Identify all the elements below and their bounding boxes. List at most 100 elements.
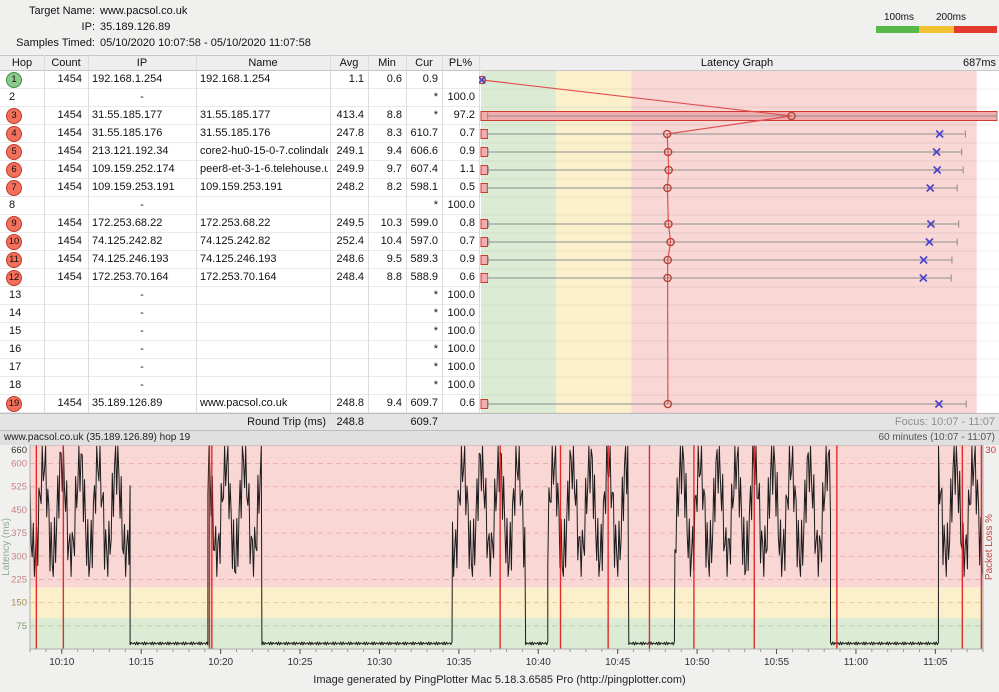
cell-hop: 4 <box>0 125 44 142</box>
cell-min: 8.8 <box>368 107 402 124</box>
x-tick-label: 10:15 <box>129 657 154 666</box>
cell-hop: 5 <box>0 143 44 160</box>
column-header-hop[interactable]: Hop <box>0 56 44 70</box>
table-row-hop-7[interactable]: 71454109.159.253.191109.159.253.191248.2… <box>0 179 479 197</box>
cell-min <box>368 377 402 394</box>
cell-cur: 598.1 <box>406 179 438 196</box>
cell-count: 1454 <box>44 125 82 142</box>
cell-avg <box>330 287 364 304</box>
cell-hop: 19 <box>0 395 44 412</box>
cell-ip: 109.159.253.191 <box>92 179 194 196</box>
column-header-avg[interactable]: Avg <box>330 56 368 70</box>
cell-cur: 599.0 <box>406 215 438 232</box>
table-row-hop-8[interactable]: 8-*100.0 <box>0 197 479 215</box>
y-tick-label: 75 <box>16 621 27 632</box>
table-header: Hop Count IP Name Avg Min Cur PL% Latenc… <box>0 55 999 71</box>
cell-ip: - <box>88 197 196 214</box>
hop-badge: 1 <box>6 72 22 88</box>
cell-pl: 0.7 <box>442 125 475 142</box>
cell-count: 1454 <box>44 233 82 250</box>
cell-avg <box>330 197 364 214</box>
cell-min: 8.2 <box>368 179 402 196</box>
cell-min: 10.3 <box>368 215 402 232</box>
cell-avg <box>330 377 364 394</box>
x-tick-label: 10:55 <box>764 657 789 666</box>
column-header-count[interactable]: Count <box>44 56 88 70</box>
cell-avg: 248.6 <box>330 251 364 268</box>
focus-range-label[interactable]: Focus: 10:07 - 11:07 <box>895 414 995 430</box>
hop-badge: 3 <box>6 108 22 124</box>
table-row-hop-4[interactable]: 4145431.55.185.17631.55.185.176247.88.36… <box>0 125 479 143</box>
cell-pl: 0.6 <box>442 395 475 412</box>
x-tick-label: 10:10 <box>49 657 74 666</box>
cell-min <box>368 197 402 214</box>
table-row-hop-1[interactable]: 11454192.168.1.254192.168.1.2541.10.60.9 <box>0 71 479 89</box>
column-separator <box>196 55 197 413</box>
y-tick-label: 225 <box>11 574 27 585</box>
table-row-hop-17[interactable]: 17-*100.0 <box>0 359 479 377</box>
column-header-cur[interactable]: Cur <box>406 56 442 70</box>
timeline-graph[interactable]: 10:1010:1510:2010:2510:3010:3510:4010:45… <box>0 445 999 666</box>
table-row-hop-5[interactable]: 51454213.121.192.34core2-hu0-15-0-7.coli… <box>0 143 479 161</box>
cell-pl: 0.6 <box>442 269 475 286</box>
timeline-duration[interactable]: 60 minutes (10:07 - 11:07) <box>878 431 995 445</box>
hop-badge: 6 <box>6 162 22 178</box>
cell-ip: - <box>88 305 196 322</box>
packet-loss-max-label: 30 <box>985 445 996 456</box>
hop-badge: 10 <box>6 234 22 250</box>
table-row-hop-13[interactable]: 13-*100.0 <box>0 287 479 305</box>
legend-color-bar <box>876 26 997 33</box>
table-row-hop-18[interactable]: 18-*100.0 <box>0 377 479 395</box>
cell-avg: 248.8 <box>330 395 364 412</box>
x-tick-label: 10:50 <box>685 657 710 666</box>
column-header-ip[interactable]: IP <box>88 56 196 70</box>
cell-count: 1454 <box>44 107 82 124</box>
cell-pl: 100.0 <box>442 341 475 358</box>
cell-min: 9.5 <box>368 251 402 268</box>
table-row-hop-19[interactable]: 19145435.189.126.89www.pacsol.co.uk248.8… <box>0 395 479 413</box>
column-separator <box>44 55 45 413</box>
ip-value: 35.189.126.89 <box>100 20 170 34</box>
column-header-latency-graph[interactable]: Latency Graph <box>479 56 995 70</box>
y-tick-label: 300 <box>11 551 27 562</box>
cell-ip: - <box>88 89 196 106</box>
table-row-hop-3[interactable]: 3145431.55.185.17731.55.185.177413.48.8*… <box>0 107 479 125</box>
column-header-min[interactable]: Min <box>368 56 406 70</box>
cell-ip: - <box>88 287 196 304</box>
column-header-name[interactable]: Name <box>196 56 330 70</box>
cell-avg: 1.1 <box>330 71 364 88</box>
cell-ip: 192.168.1.254 <box>92 71 194 88</box>
cell-avg <box>330 359 364 376</box>
table-row-hop-2[interactable]: 2-*100.0 <box>0 89 479 107</box>
table-row-hop-14[interactable]: 14-*100.0 <box>0 305 479 323</box>
timeline-title: www.pacsol.co.uk (35.189.126.89) hop 19 <box>4 431 190 445</box>
cell-pl: 97.2 <box>442 107 475 124</box>
table-row-hop-11[interactable]: 11145474.125.246.19374.125.246.193248.69… <box>0 251 479 269</box>
x-tick-label: 10:30 <box>367 657 392 666</box>
cell-hop: 9 <box>0 215 44 232</box>
cell-name: 192.168.1.254 <box>200 71 328 88</box>
table-row-hop-16[interactable]: 16-*100.0 <box>0 341 479 359</box>
cell-hop: 7 <box>0 179 44 196</box>
cell-count: 1454 <box>44 215 82 232</box>
cell-pl: 100.0 <box>442 287 475 304</box>
cell-hop: 11 <box>0 251 44 268</box>
table-row-hop-9[interactable]: 91454172.253.68.22172.253.68.22249.510.3… <box>0 215 479 233</box>
cell-hop: 3 <box>0 107 44 124</box>
cell-avg <box>330 341 364 358</box>
cell-cur: 588.9 <box>406 269 438 286</box>
table-row-hop-6[interactable]: 61454109.159.252.174peer8-et-3-1-6.teleh… <box>0 161 479 179</box>
round-trip-cur: 609.7 <box>404 414 438 430</box>
table-row-hop-12[interactable]: 121454172.253.70.164172.253.70.164248.48… <box>0 269 479 287</box>
cell-count: 1454 <box>44 179 82 196</box>
table-row-hop-10[interactable]: 10145474.125.242.8274.125.242.82252.410.… <box>0 233 479 251</box>
cell-avg <box>330 323 364 340</box>
cell-count: 1454 <box>44 161 82 178</box>
cell-cur: * <box>406 377 438 394</box>
cell-name <box>200 287 328 304</box>
cell-name: 74.125.242.82 <box>200 233 328 250</box>
column-header-pl[interactable]: PL% <box>442 56 479 70</box>
cell-min <box>368 341 402 358</box>
cell-cur: 607.4 <box>406 161 438 178</box>
table-row-hop-15[interactable]: 15-*100.0 <box>0 323 479 341</box>
